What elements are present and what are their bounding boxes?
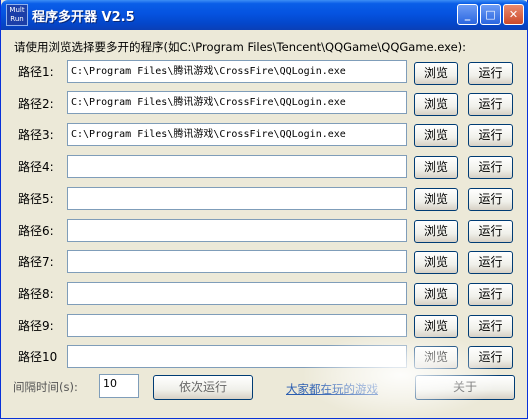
path-input-5[interactable] (67, 187, 407, 210)
interval-input[interactable]: 10 (99, 374, 139, 398)
row-label-3: 路径3: (18, 128, 54, 142)
browse-button-4[interactable]: 浏览 (414, 156, 458, 179)
window-title: 程序多开器 V2.5 (32, 10, 135, 25)
row-label-7: 路径7: (18, 255, 54, 269)
path-input-2[interactable]: C:\Program Files\腾讯游戏\CrossFire\QQLogin.… (67, 91, 407, 114)
run-button-4[interactable]: 运行 (468, 156, 513, 179)
row-label-4: 路径4: (18, 160, 54, 174)
run-button-9[interactable]: 运行 (468, 315, 513, 338)
browse-button-1[interactable]: 浏览 (414, 62, 458, 85)
instruction-text: 请使用浏览选择要多开的程序(如C:\Program Files\Tencent\… (14, 40, 467, 54)
row-label-6: 路径6: (18, 224, 54, 238)
browse-button-2[interactable]: 浏览 (414, 93, 458, 116)
run-button-7[interactable]: 运行 (468, 251, 513, 274)
browse-button-9[interactable]: 浏览 (414, 315, 458, 338)
run-button-8[interactable]: 运行 (468, 283, 513, 306)
run-button-6[interactable]: 运行 (468, 220, 513, 243)
run-button-5[interactable]: 运行 (468, 188, 513, 211)
main-window: Mult Run 程序多开器 V2.5 _ □ ✕ 请使用浏览选择要多开的程序(… (0, 0, 528, 420)
browse-button-5[interactable]: 浏览 (414, 188, 458, 211)
app-icon: Mult Run (6, 4, 28, 26)
row-label-2: 路径2: (18, 97, 54, 111)
path-input-6[interactable] (67, 219, 407, 242)
run-button-2[interactable]: 运行 (468, 93, 513, 116)
browse-button-3[interactable]: 浏览 (414, 124, 458, 147)
browse-button-10[interactable]: 浏览 (414, 346, 458, 369)
row-label-5: 路径5: (18, 192, 54, 206)
row-label-10: 路径10 (18, 350, 58, 364)
browse-button-6[interactable]: 浏览 (414, 220, 458, 243)
path-input-9[interactable] (67, 314, 407, 337)
app-icon-text: Mult Run (9, 6, 25, 23)
popular-games-link[interactable]: 大家都在玩的游戏 (286, 381, 378, 397)
maximize-button[interactable]: □ (480, 4, 501, 25)
path-input-4[interactable] (67, 155, 407, 178)
browse-button-8[interactable]: 浏览 (414, 283, 458, 306)
row-label-9: 路径9: (18, 319, 54, 333)
path-input-8[interactable] (67, 282, 407, 305)
run-button-1[interactable]: 运行 (468, 62, 513, 85)
minimize-button[interactable]: _ (457, 4, 478, 25)
path-input-10[interactable] (67, 345, 407, 368)
title-bar[interactable]: Mult Run 程序多开器 V2.5 _ □ ✕ (1, 0, 528, 30)
sequential-run-button[interactable]: 依次运行 (153, 375, 253, 400)
path-input-7[interactable] (67, 250, 407, 273)
row-label-1: 路径1: (18, 65, 54, 79)
close-button[interactable]: ✕ (503, 4, 524, 25)
path-input-3[interactable]: C:\Program Files\腾讯游戏\CrossFire\QQLogin.… (67, 123, 407, 146)
run-button-10[interactable]: 运行 (468, 346, 513, 369)
interval-label: 间隔时间(s): (13, 380, 78, 394)
about-button[interactable]: 关于 (415, 375, 515, 400)
run-button-3[interactable]: 运行 (468, 124, 513, 147)
row-label-8: 路径8: (18, 287, 54, 301)
browse-button-7[interactable]: 浏览 (414, 251, 458, 274)
path-input-1[interactable]: C:\Program Files\腾讯游戏\CrossFire\QQLogin.… (67, 60, 407, 83)
